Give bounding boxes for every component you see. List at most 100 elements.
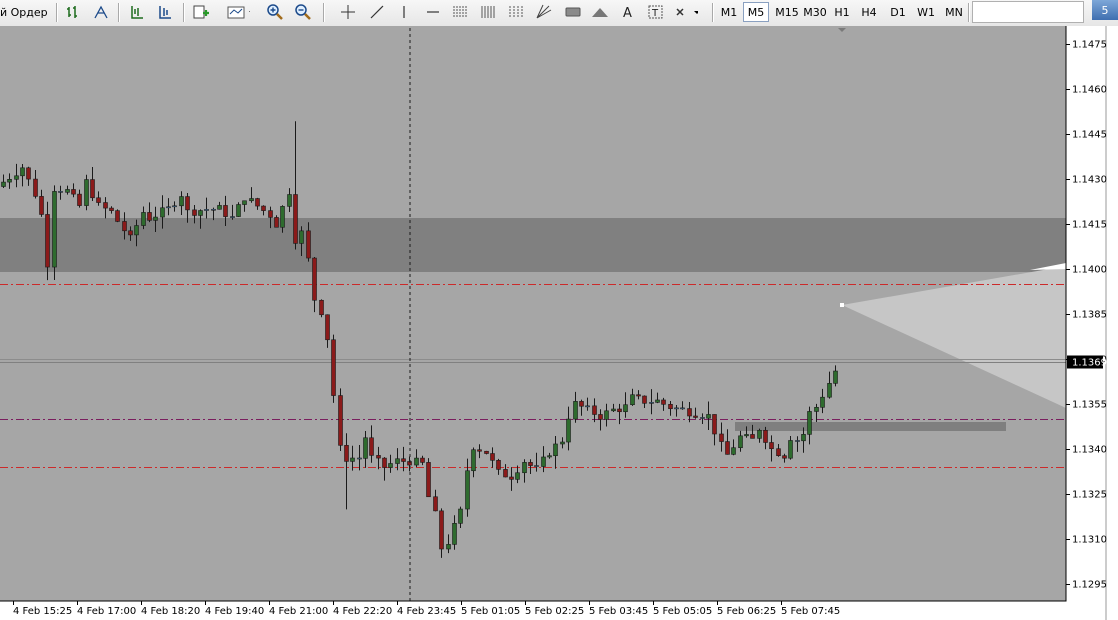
rectangle-icon[interactable] bbox=[561, 2, 585, 22]
time-tick-label: 4 Feb 23:45 bbox=[397, 606, 456, 617]
candle-body bbox=[579, 401, 584, 407]
line-studies-icon[interactable] bbox=[89, 2, 113, 22]
candle-body bbox=[153, 216, 158, 221]
candle-body bbox=[141, 212, 146, 226]
timeframe-h1-button[interactable]: H1 bbox=[829, 2, 855, 22]
toolbar-separator bbox=[323, 3, 325, 22]
candle-body bbox=[58, 191, 63, 193]
zoom-in-icon[interactable] bbox=[263, 2, 287, 22]
toolbar-separator bbox=[968, 3, 970, 22]
trendline-icon[interactable] bbox=[365, 2, 389, 22]
candle-body bbox=[674, 407, 679, 410]
text-icon[interactable]: A bbox=[616, 2, 640, 22]
text-label-icon[interactable]: T bbox=[644, 2, 668, 22]
candle-body bbox=[338, 395, 343, 446]
candle-body bbox=[503, 469, 508, 478]
candle-body bbox=[344, 445, 349, 462]
timeframe-m1-button[interactable]: M1 bbox=[716, 2, 742, 22]
candle-body bbox=[636, 394, 641, 397]
candle-body bbox=[782, 455, 787, 459]
candle-body bbox=[217, 205, 222, 210]
candle-body bbox=[833, 370, 838, 384]
candle-body bbox=[299, 230, 304, 244]
candle-body bbox=[185, 196, 190, 211]
candle-body bbox=[795, 440, 800, 442]
candle bbox=[338, 388, 343, 452]
candle-body bbox=[452, 523, 457, 545]
channel-icon[interactable] bbox=[476, 2, 500, 22]
price-chart[interactable]: 1.1475 1.1460 1.1445 1.1430 1.1415 1.1400 1.13… bbox=[0, 26, 1118, 620]
timeframe-m30-button[interactable]: M30 bbox=[801, 2, 829, 22]
search-input[interactable] bbox=[972, 1, 1084, 23]
candle-body bbox=[96, 197, 101, 203]
time-tick-label: 4 Feb 21:00 bbox=[269, 606, 328, 617]
candle-body bbox=[268, 210, 273, 218]
fibonacci-fan-icon[interactable] bbox=[504, 2, 528, 22]
candle-body bbox=[814, 407, 819, 412]
candle-body bbox=[573, 401, 578, 420]
candle-body bbox=[446, 544, 451, 550]
candle-body bbox=[623, 404, 628, 413]
supply-zone[interactable] bbox=[0, 218, 1066, 272]
candle-body bbox=[382, 457, 387, 468]
candle-body bbox=[744, 434, 749, 437]
candle-body bbox=[331, 339, 336, 396]
candle-body bbox=[33, 178, 38, 197]
gann-icon[interactable] bbox=[532, 2, 556, 22]
demand-zone[interactable] bbox=[735, 422, 1006, 431]
candle-body bbox=[211, 208, 216, 211]
candle-body bbox=[280, 206, 285, 228]
timeframe-h4-button[interactable]: H4 bbox=[856, 2, 882, 22]
time-tick-label: 5 Feb 06:25 bbox=[717, 606, 776, 617]
new-order-label[interactable]: й Ордер bbox=[0, 6, 48, 19]
timeframe-m15-button[interactable]: M15 bbox=[773, 2, 801, 22]
candle-body bbox=[350, 457, 355, 462]
period-separator-icon[interactable] bbox=[125, 2, 149, 22]
candle-body bbox=[325, 314, 330, 341]
timeframe-mn-button[interactable]: MN bbox=[941, 2, 967, 22]
triangle-icon[interactable] bbox=[588, 2, 612, 22]
candle-body bbox=[192, 209, 197, 216]
triangle-anchor-point[interactable] bbox=[840, 303, 844, 307]
arrows-icon[interactable] bbox=[674, 2, 698, 22]
timeframe-w1-button[interactable]: W1 bbox=[913, 2, 939, 22]
crosshair-icon[interactable] bbox=[336, 2, 360, 22]
toolbar-separator bbox=[56, 3, 58, 22]
candle-body bbox=[712, 414, 717, 435]
candle-body bbox=[801, 434, 806, 442]
candle-body bbox=[547, 455, 552, 458]
price-tick-label: 1.1385 bbox=[1072, 310, 1107, 321]
candle-body bbox=[115, 210, 120, 222]
time-tick-label: 4 Feb 18:20 bbox=[141, 606, 200, 617]
bar-chart-icon[interactable] bbox=[61, 2, 85, 22]
candle-body bbox=[223, 205, 228, 217]
vertical-line-icon[interactable] bbox=[392, 2, 416, 22]
chart-shift-icon[interactable] bbox=[153, 2, 177, 22]
current-price-label: 1.1369 bbox=[1072, 358, 1107, 369]
candle bbox=[426, 458, 431, 498]
new-chart-icon[interactable] bbox=[190, 2, 214, 22]
candle-body bbox=[439, 510, 444, 550]
candle-body bbox=[661, 399, 666, 405]
candle-body bbox=[592, 405, 597, 415]
candle-body bbox=[585, 405, 590, 408]
price-axis-panel bbox=[1066, 26, 1118, 620]
candle-body bbox=[45, 214, 50, 268]
candle-body bbox=[655, 399, 660, 403]
candle bbox=[319, 299, 324, 318]
candle-body bbox=[433, 496, 438, 512]
candle-body bbox=[242, 200, 247, 205]
zoom-out-icon[interactable] bbox=[291, 2, 315, 22]
candle-body bbox=[160, 207, 165, 218]
candle-body bbox=[103, 202, 108, 209]
fibonacci-icon[interactable] bbox=[448, 2, 472, 22]
timeframe-m5-button[interactable]: M5 bbox=[743, 2, 769, 22]
candle-body bbox=[509, 476, 514, 480]
time-tick-label: 4 Feb 19:40 bbox=[205, 606, 264, 617]
templates-icon[interactable] bbox=[226, 2, 250, 22]
price-tick-label: 1.1460 bbox=[1072, 85, 1107, 96]
timeframe-d1-button[interactable]: D1 bbox=[885, 2, 911, 22]
candle bbox=[484, 450, 489, 455]
horizontal-line-icon[interactable] bbox=[421, 2, 445, 22]
candle-body bbox=[287, 194, 292, 207]
